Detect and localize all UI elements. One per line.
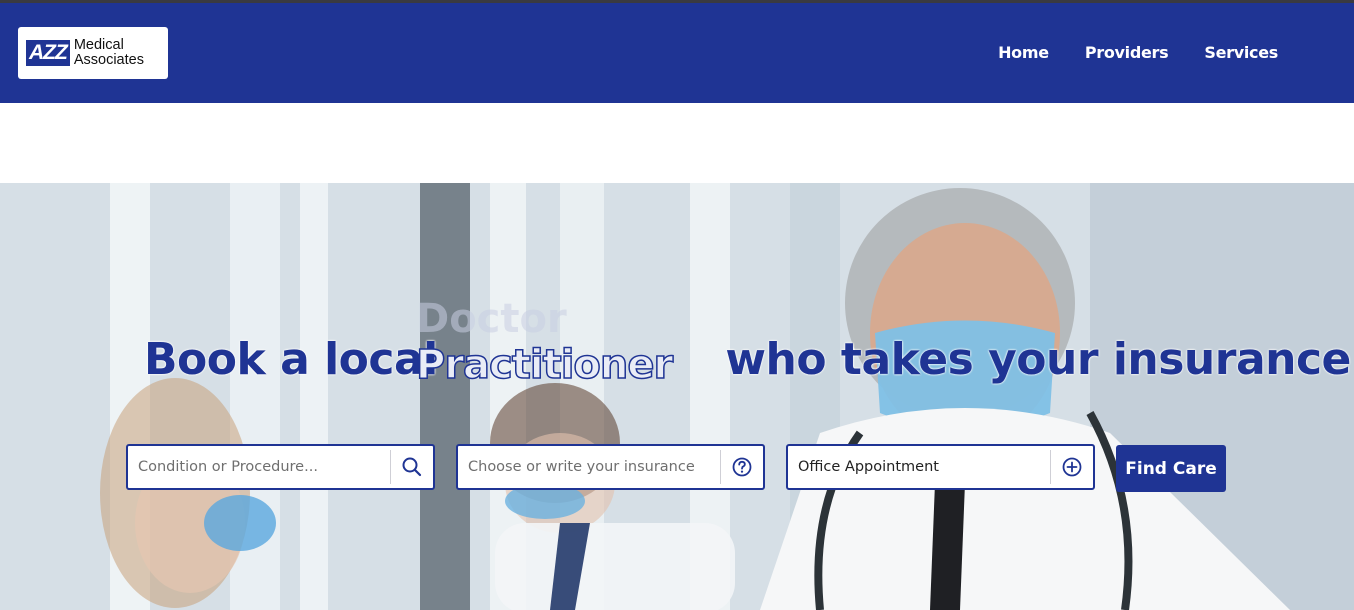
headline-suffix: who takes your insurance [725, 334, 1351, 385]
nav-home[interactable]: Home [998, 43, 1049, 62]
find-care-button[interactable]: Find Care [1116, 445, 1226, 492]
help-circle-icon[interactable] [721, 446, 763, 488]
logo-line-1: Medical [73, 37, 124, 53]
nav-providers[interactable]: Providers [1085, 43, 1169, 62]
hero-headline: Book a local who takes your insurance [144, 334, 1351, 394]
appointment-type-input[interactable] [788, 445, 1050, 489]
main-nav: Home Providers Services [998, 43, 1278, 62]
rotating-word-current: Practitioner [415, 341, 674, 389]
logo-mark: AZZ [26, 40, 70, 66]
appointment-type-field [786, 444, 1095, 490]
hero-section: Book a local who takes your insurance Do… [0, 183, 1354, 610]
headline-prefix: Book a local [144, 334, 438, 385]
insurance-input[interactable] [458, 445, 720, 489]
condition-search-field [126, 444, 435, 490]
search-icon[interactable] [391, 446, 433, 488]
nav-services[interactable]: Services [1204, 43, 1278, 62]
hero-background-photo [0, 183, 1354, 610]
site-header: AZZ Medical Associates Home Providers Se… [0, 3, 1354, 103]
rotating-word: Doctor Practitioner [415, 296, 676, 396]
plus-circle-icon[interactable] [1051, 446, 1093, 488]
insurance-field [456, 444, 765, 490]
condition-input[interactable] [128, 445, 390, 489]
rotating-word-previous: Doctor [416, 296, 567, 342]
logo-line-2: Associates [73, 52, 144, 68]
logo-wordmark: Medical Associates [74, 38, 144, 68]
site-logo[interactable]: AZZ Medical Associates [18, 27, 168, 79]
